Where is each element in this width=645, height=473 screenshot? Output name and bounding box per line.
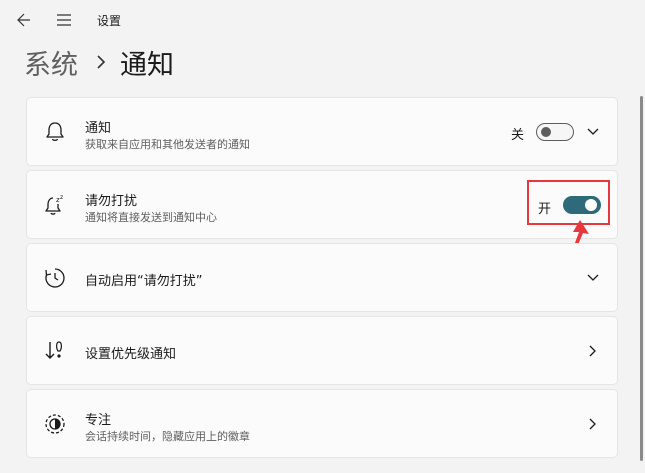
bell-sleep-icon: z z [43,193,67,217]
svg-text:z: z [60,194,63,201]
notifications-card[interactable]: 通知 获取来自应用和其他发送者的通知 关 [26,97,618,166]
chevron-down-icon[interactable] [585,124,601,140]
notifications-subtitle: 获取来自应用和其他发送者的通知 [85,138,250,151]
breadcrumb-parent[interactable]: 系统 [24,43,78,82]
priority-notifications-card[interactable]: 设置优先级通知 [26,316,618,385]
notifications-title: 通知 [85,121,112,136]
chevron-right-icon [96,55,106,69]
chevron-right-icon[interactable] [585,416,601,432]
page-title: 通知 [120,49,174,81]
nav-menu-button[interactable] [54,10,74,30]
auto-dnd-card[interactable]: 自动启用“请勿打扰” [26,243,618,312]
chevron-right-icon[interactable] [585,343,601,359]
title-bar: 设置 [0,0,645,40]
priority-icon [43,339,67,363]
notifications-toggle-label: 关 [511,128,525,143]
focus-card[interactable]: 专注 会话持续时间，隐藏应用上的徽章 [26,389,618,458]
chevron-down-icon[interactable] [585,270,601,286]
bell-icon [43,120,67,144]
focus-title: 专注 [85,413,112,428]
focus-icon [43,412,67,436]
app-title: 设置 [97,14,122,28]
breadcrumb: 系统 通知 [24,42,174,82]
back-button[interactable] [14,10,34,30]
do-not-disturb-title: 请勿打扰 [85,194,138,209]
focus-subtitle: 会话持续时间，隐藏应用上的徽章 [85,430,250,443]
do-not-disturb-subtitle: 通知将直接发送到通知中心 [85,211,217,224]
priority-notifications-title: 设置优先级通知 [85,347,177,362]
clock-icon [43,266,67,290]
auto-dnd-title: 自动启用“请勿打扰” [85,274,203,289]
hamburger-icon [57,14,71,26]
notifications-toggle[interactable] [536,123,574,141]
scrollbar[interactable] [640,96,643,461]
toggle-knob [541,127,551,137]
back-arrow-icon [17,13,30,27]
